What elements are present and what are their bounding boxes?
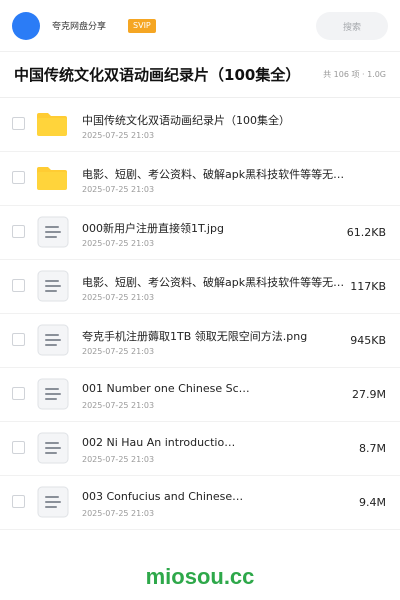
file-list: 中国传统文化双语动画纪录片（100集全） 2025-07-25 21:03 电影、短… [0,98,400,530]
select-checkbox[interactable] [12,387,25,400]
file-size: 9.4M [359,496,386,509]
file-name[interactable]: 001 Number one Chinese Sc… [82,382,354,395]
file-name[interactable]: 000新用户注册直接领1T.jpg [82,220,354,236]
file-name[interactable]: 中国传统文化双语动画纪录片（100集全） [82,112,354,128]
avatar[interactable] [12,11,40,40]
file-name[interactable]: 电影、短剧、考公资料、破解apk黑科技软件等等无偿… [82,274,354,290]
file-date: 2025-07-25 21:03 [82,401,155,410]
file-date: 2025-07-25 21:03 [82,185,155,194]
file-name[interactable]: 002 Ni Hau An introductio… [82,436,354,449]
document-icon [37,270,69,302]
select-checkbox[interactable] [12,441,25,454]
list-item[interactable]: 电影、短剧、考公资料、破解apk黑科技软件等等无偿… 2025-07-25 21:… [0,260,400,314]
select-checkbox[interactable] [12,333,25,346]
file-size: 117KB [350,280,386,293]
list-item[interactable]: 003 Confucius and Chinese… 2025-07-25 21:… [0,476,400,530]
folder-header: 中国传统文化双语动画纪录片（100集全） 共 106 项 · 1.0G [0,52,400,98]
document-icon [37,432,69,464]
select-checkbox[interactable] [12,495,25,508]
file-date: 2025-07-25 21:03 [82,455,155,464]
list-item[interactable]: 000新用户注册直接领1T.jpg 2025-07-25 21:03 61.2KB [0,206,400,260]
file-size: 61.2KB [346,226,386,239]
file-size: 945KB [350,334,386,347]
file-name[interactable]: 夸克手机注册薅取1TB 领取无限空间方法.png [82,328,354,344]
page-title: 中国传统文化双语动画纪录片（100集全） [14,66,301,84]
document-icon [37,486,69,518]
document-icon [37,324,69,356]
file-size: 8.7M [359,442,386,455]
folder-meta: 共 106 项 · 1.0G [323,70,386,79]
share-title: 夸克网盘分享 [52,22,107,32]
svip-badge[interactable]: SVIP [128,18,156,33]
select-checkbox[interactable] [12,171,25,184]
list-item[interactable]: 夸克手机注册薅取1TB 领取无限空间方法.png 2025-07-25 21:03… [0,314,400,368]
select-checkbox[interactable] [12,225,25,238]
folder-icon [37,108,69,140]
folder-icon [37,162,69,194]
document-icon [37,378,69,410]
file-date: 2025-07-25 21:03 [82,239,155,248]
file-name[interactable]: 003 Confucius and Chinese… [82,490,354,503]
file-size: 27.9M [352,388,386,401]
search-label: 搜索 [342,22,361,33]
list-item[interactable]: 中国传统文化双语动画纪录片（100集全） 2025-07-25 21:03 [0,98,400,152]
list-item[interactable]: 002 Ni Hau An introductio… 2025-07-25 21:… [0,422,400,476]
select-checkbox[interactable] [12,117,25,130]
file-date: 2025-07-25 21:03 [82,293,155,302]
list-item[interactable]: 电影、短剧、考公资料、破解apk黑科技软件等等无偿… 2025-07-25 21:… [0,152,400,206]
watermark: miosou.cc [145,564,255,589]
document-icon [37,216,69,248]
file-date: 2025-07-25 21:03 [82,347,155,356]
file-date: 2025-07-25 21:03 [82,131,155,140]
select-checkbox[interactable] [12,279,25,292]
search-button[interactable]: 搜索 [316,12,388,40]
list-item[interactable]: 001 Number one Chinese Sc… 2025-07-25 21:… [0,368,400,422]
file-name[interactable]: 电影、短剧、考公资料、破解apk黑科技软件等等无偿… [82,166,354,182]
file-date: 2025-07-25 21:03 [82,509,155,518]
top-bar: 夸克网盘分享 SVIP 搜索 [0,0,400,52]
